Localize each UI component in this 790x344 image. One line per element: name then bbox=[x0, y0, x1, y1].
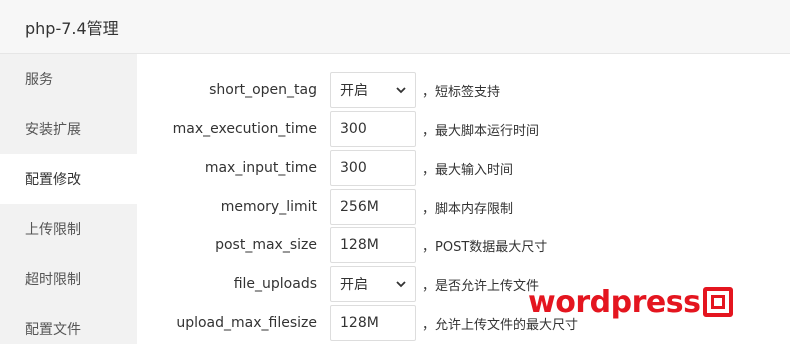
input-value: 300 bbox=[340, 121, 367, 137]
setting-label: upload_max_filesize bbox=[176, 315, 317, 331]
upload-max-filesize-input[interactable]: 128M bbox=[330, 305, 416, 341]
setting-label: memory_limit bbox=[220, 199, 317, 215]
chevron-down-icon bbox=[396, 87, 406, 94]
setting-description: ，最大输入时间 bbox=[422, 162, 514, 178]
setting-label: short_open_tag bbox=[209, 82, 317, 98]
post-max-size-input[interactable]: 128M bbox=[330, 227, 416, 263]
sidebar-item-label: 安装扩展 bbox=[25, 122, 81, 138]
setting-description: ，POST数据最大尺寸 bbox=[422, 239, 548, 255]
sidebar-item-label: 超时限制 bbox=[25, 272, 81, 288]
sidebar: 服务 安装扩展 配置修改 上传限制 超时限制 配置文件 bbox=[0, 54, 137, 344]
sidebar-item-label: 配置修改 bbox=[25, 172, 81, 188]
setting-description: ，短标签支持 bbox=[422, 84, 501, 100]
watermark-text: wordpress bbox=[528, 284, 701, 320]
wordpress-watermark: wordpress bbox=[528, 282, 734, 322]
sidebar-item-timeout-limit[interactable]: 超时限制 bbox=[0, 254, 137, 304]
setting-row-max-input-time: max_input_time 300 ，最大输入时间 bbox=[137, 149, 790, 187]
setting-description: ，脚本内存限制 bbox=[422, 201, 514, 217]
short-open-tag-select[interactable]: 开启 bbox=[330, 72, 416, 108]
file-uploads-select[interactable]: 开启 bbox=[330, 266, 416, 302]
memory-limit-input[interactable]: 256M bbox=[330, 189, 416, 225]
setting-label: post_max_size bbox=[215, 237, 317, 253]
input-value: 256M bbox=[340, 199, 379, 215]
input-value: 300 bbox=[340, 160, 367, 176]
sidebar-item-service[interactable]: 服务 bbox=[0, 54, 137, 104]
select-value: 开启 bbox=[340, 277, 368, 293]
setting-row-post-max-size: post_max_size 128M ，POST数据最大尺寸 bbox=[137, 226, 790, 264]
seal-icon bbox=[703, 287, 734, 317]
select-value: 开启 bbox=[340, 83, 368, 99]
input-value: 128M bbox=[340, 315, 379, 331]
max-input-time-input[interactable]: 300 bbox=[330, 150, 416, 186]
sidebar-item-label: 配置文件 bbox=[25, 322, 81, 338]
setting-row-short-open-tag: short_open_tag 开启 ，短标签支持 bbox=[137, 71, 790, 109]
sidebar-item-config-file[interactable]: 配置文件 bbox=[0, 304, 137, 344]
sidebar-item-config-edit[interactable]: 配置修改 bbox=[0, 154, 137, 204]
setting-label: max_execution_time bbox=[172, 121, 317, 137]
sidebar-item-label: 上传限制 bbox=[25, 222, 81, 238]
sidebar-item-label: 服务 bbox=[25, 72, 53, 88]
chevron-down-icon bbox=[396, 281, 406, 288]
input-value: 128M bbox=[340, 237, 379, 253]
panel-header: php-7.4管理 bbox=[0, 0, 790, 54]
max-execution-time-input[interactable]: 300 bbox=[330, 111, 416, 147]
panel-title: php-7.4管理 bbox=[25, 18, 119, 38]
sidebar-item-upload-limit[interactable]: 上传限制 bbox=[0, 204, 137, 254]
setting-label: file_uploads bbox=[233, 276, 317, 292]
setting-label: max_input_time bbox=[204, 160, 317, 176]
setting-description: ，最大脚本运行时间 bbox=[422, 123, 540, 139]
setting-row-memory-limit: memory_limit 256M ，脚本内存限制 bbox=[137, 188, 790, 226]
setting-row-max-execution-time: max_execution_time 300 ，最大脚本运行时间 bbox=[137, 110, 790, 148]
setting-description: ，是否允许上传文件 bbox=[422, 278, 540, 294]
sidebar-item-install-extensions[interactable]: 安装扩展 bbox=[0, 104, 137, 154]
